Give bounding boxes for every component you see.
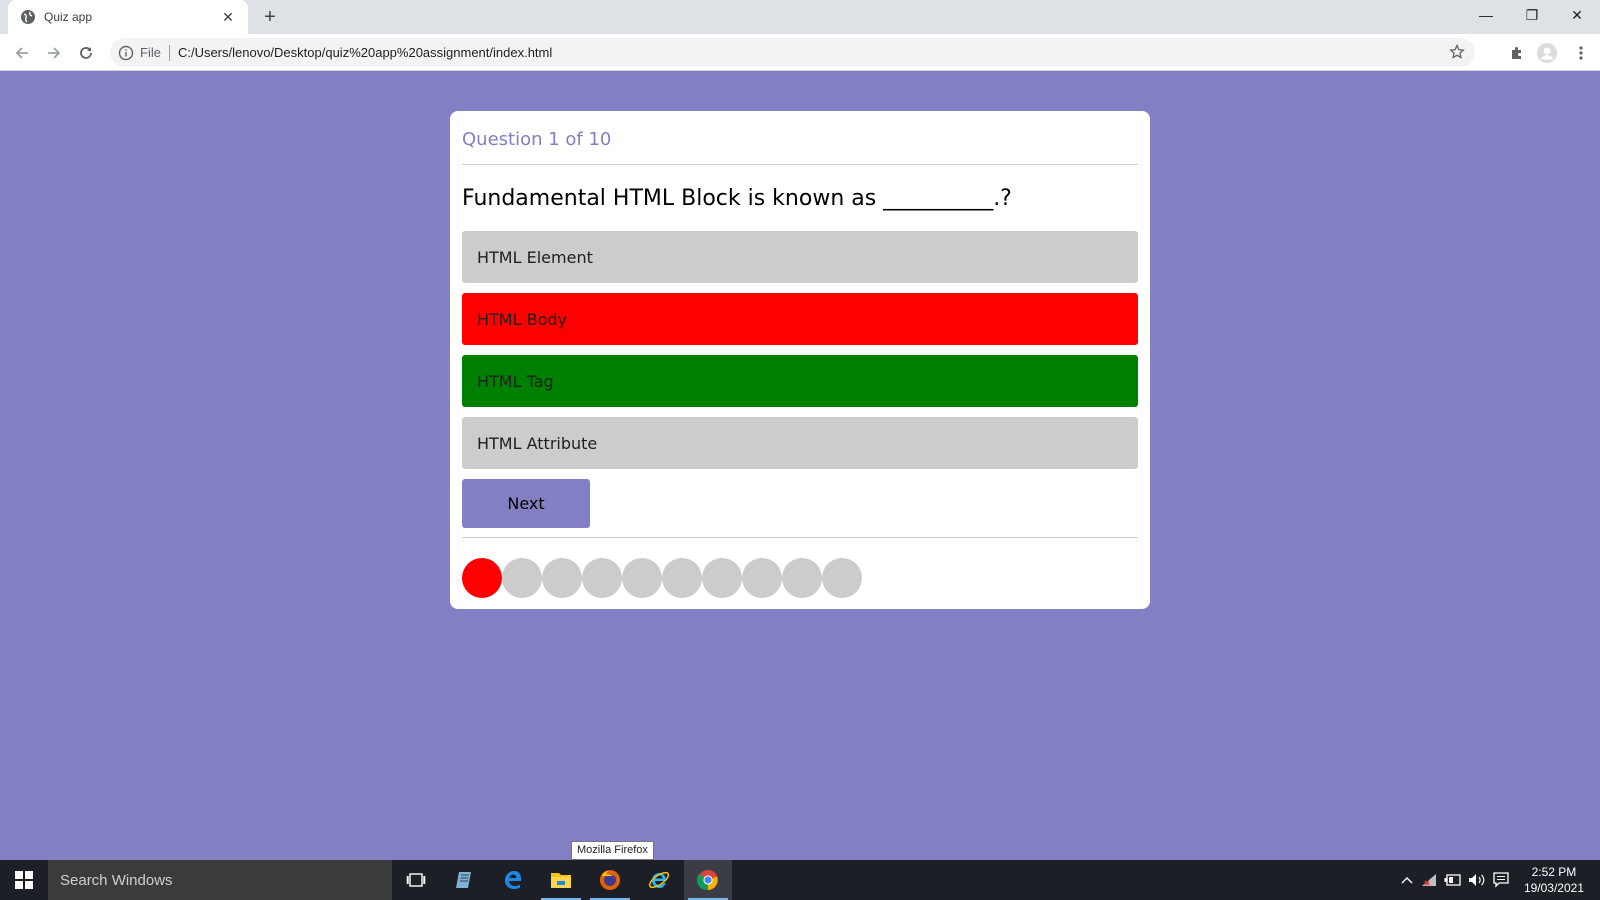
quiz-card: Question 1 of 10 Fundamental HTML Block … <box>450 111 1150 609</box>
profile-avatar-icon[interactable] <box>1536 42 1558 64</box>
info-icon[interactable] <box>118 45 134 61</box>
url-scheme: File <box>140 45 161 60</box>
volume-icon[interactable] <box>1466 860 1488 900</box>
taskbar-app-internet-explorer[interactable] <box>635 860 683 900</box>
progress-dot <box>742 558 782 598</box>
url-separator <box>168 44 170 61</box>
network-icon[interactable] <box>1418 860 1440 900</box>
restore-button[interactable]: ❐ <box>1509 0 1555 30</box>
minimize-button[interactable]: — <box>1463 0 1509 30</box>
clock-date: 19/03/2021 <box>1523 881 1584 895</box>
reload-icon <box>80 47 92 59</box>
question-text: Fundamental HTML Block is known as _____… <box>462 186 1012 211</box>
bookmark-star-icon[interactable] <box>1449 43 1465 60</box>
back-button[interactable] <box>8 39 36 67</box>
footer-divider <box>462 537 1138 538</box>
progress-indicator <box>462 558 1138 598</box>
taskbar-clock[interactable]: 2:52 PM 19/03/2021 <box>1524 864 1584 896</box>
chrome-icon <box>696 870 718 891</box>
battery-icon[interactable] <box>1442 860 1464 900</box>
progress-dot <box>782 558 822 598</box>
forward-button[interactable] <box>40 39 68 67</box>
show-hidden-icons-chevron-icon[interactable] <box>1398 860 1416 900</box>
internet-explorer-icon <box>648 871 670 889</box>
reload-button[interactable] <box>72 39 100 67</box>
forward-arrow-icon <box>48 47 61 59</box>
folder-icon <box>551 873 571 888</box>
start-button[interactable] <box>0 860 48 900</box>
task-view-button[interactable] <box>392 860 440 900</box>
progress-dot <box>582 558 622 598</box>
taskbar-app-firefox[interactable] <box>586 860 634 900</box>
extensions-puzzle-icon[interactable] <box>1506 42 1528 64</box>
answer-option[interactable]: HTML Element <box>462 231 1138 283</box>
address-bar[interactable]: File C:/Users/lenovo/Desktop/quiz%20app%… <box>110 38 1475 67</box>
taskbar-app-chrome[interactable] <box>684 860 732 900</box>
edge-icon <box>505 871 521 889</box>
notepad-icon <box>456 872 471 888</box>
taskbar-app-edge[interactable] <box>489 860 537 900</box>
close-window-button[interactable]: ✕ <box>1554 0 1600 30</box>
progress-dot <box>702 558 742 598</box>
taskbar-app-file-explorer[interactable] <box>537 860 585 900</box>
progress-dot <box>462 558 502 598</box>
progress-dot <box>662 558 702 598</box>
action-center-icon[interactable] <box>1490 860 1512 900</box>
header-divider <box>462 164 1138 165</box>
question-counter: Question 1 of 10 <box>462 129 612 150</box>
answer-options: HTML Element HTML Body HTML Tag HTML Att… <box>462 231 1138 469</box>
windows-taskbar: Search Windows 2:52 PM 19/03/2021 <box>0 860 1600 900</box>
task-view-icon <box>406 873 426 887</box>
globe-icon <box>20 9 36 25</box>
browser-toolbar: File C:/Users/lenovo/Desktop/quiz%20app%… <box>0 34 1600 71</box>
url-text: C:/Users/lenovo/Desktop/quiz%20app%20ass… <box>177 45 553 60</box>
back-arrow-icon <box>15 47 28 59</box>
answer-option[interactable]: HTML Tag <box>462 355 1138 407</box>
progress-dot <box>542 558 582 598</box>
browser-menu-icon[interactable] <box>1570 42 1592 64</box>
close-tab-icon[interactable]: ✕ <box>218 7 238 27</box>
clock-time: 2:52 PM <box>1531 865 1577 879</box>
taskbar-app-notepad[interactable] <box>440 860 488 900</box>
next-button[interactable]: Next <box>462 479 590 528</box>
browser-tabstrip: Quiz app ✕ + — ❐ ✕ <box>0 0 1600 34</box>
progress-dot <box>622 558 662 598</box>
answer-option[interactable]: HTML Body <box>462 293 1138 345</box>
firefox-icon <box>600 870 620 890</box>
taskbar-search-input[interactable]: Search Windows <box>48 860 392 900</box>
windows-logo-icon <box>15 871 33 889</box>
tab-title: Quiz app <box>44 10 93 24</box>
tab-quiz-app[interactable]: Quiz app ✕ <box>8 0 248 34</box>
progress-dot <box>822 558 862 598</box>
taskbar-tooltip: Mozilla Firefox <box>571 841 654 860</box>
answer-option[interactable]: HTML Attribute <box>462 417 1138 469</box>
progress-dot <box>502 558 542 598</box>
new-tab-button[interactable]: + <box>258 5 282 29</box>
